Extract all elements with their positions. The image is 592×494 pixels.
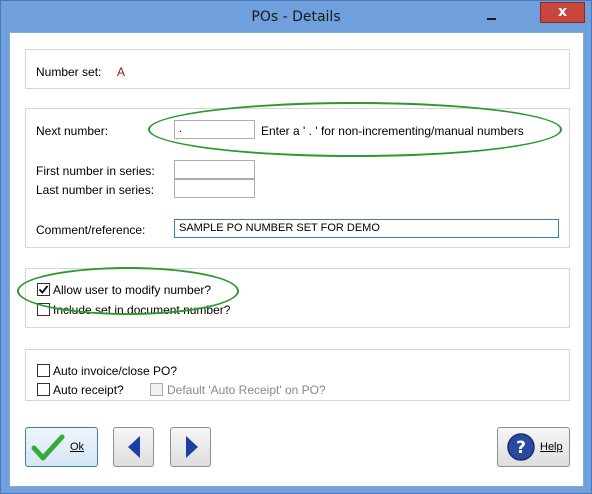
number-set-label: Number set:	[36, 65, 102, 79]
next-number-label: Next number:	[36, 124, 109, 138]
auto-receipt-label: Auto receipt?	[53, 383, 124, 397]
close-button[interactable]: x	[540, 2, 585, 23]
arrow-right-icon	[186, 436, 198, 458]
last-number-label: Last number in series:	[36, 183, 155, 197]
number-set-value: A	[117, 65, 126, 79]
auto-invoice-label: Auto invoice/close PO?	[53, 364, 178, 378]
arrow-left-icon	[128, 436, 140, 458]
svg-text:?: ?	[516, 438, 526, 458]
ok-button[interactable]: Ok	[25, 427, 98, 467]
default-receipt-label: Default 'Auto Receipt' on PO?	[167, 383, 326, 397]
first-number-label: First number in series:	[36, 164, 155, 178]
minimize-button[interactable]	[484, 9, 498, 23]
previous-button[interactable]	[113, 427, 154, 467]
window-title: POs - Details	[251, 9, 341, 25]
default-receipt-checkbox	[150, 383, 163, 396]
number-set-group: Number set: A	[25, 49, 570, 89]
ok-label: Ok	[70, 441, 85, 453]
first-number-input[interactable]	[174, 160, 255, 179]
next-button[interactable]	[170, 427, 211, 467]
auto-group: Auto invoice/close PO? Auto receipt? Def…	[25, 349, 570, 401]
help-button[interactable]: ? Help	[497, 427, 570, 467]
details-window: POs - Details x Number set: A Next numbe…	[0, 0, 592, 494]
auto-invoice-checkbox[interactable]	[37, 364, 50, 377]
comment-label: Comment/reference:	[36, 223, 146, 237]
title-bar: POs - Details x	[1, 1, 591, 32]
last-number-input[interactable]	[174, 179, 255, 198]
help-icon: ?	[507, 433, 535, 461]
help-label: Help	[540, 441, 563, 453]
ok-check-icon	[31, 434, 65, 461]
next-number-highlight	[148, 102, 562, 157]
dialog-body: Number set: A Next number: . Enter a ' .…	[9, 32, 584, 487]
auto-receipt-checkbox[interactable]	[37, 383, 50, 396]
comment-input[interactable]: SAMPLE PO NUMBER SET FOR DEMO	[174, 219, 559, 238]
allow-modify-highlight	[17, 267, 239, 315]
